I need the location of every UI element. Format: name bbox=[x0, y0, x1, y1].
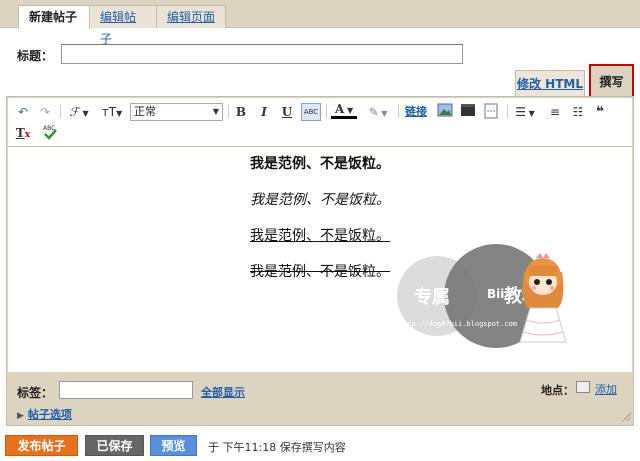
watermark-text: 专属 bbox=[414, 287, 450, 308]
blockquote-icon[interactable]: ❝ bbox=[591, 103, 609, 121]
link-button[interactable]: 链接 bbox=[403, 103, 429, 121]
save-status-text: 于 下午11:18 保存撰写内容 bbox=[208, 441, 346, 454]
font-family-icon[interactable]: ℱ ▼ bbox=[66, 103, 92, 121]
title-label: 标题： bbox=[17, 49, 54, 63]
add-location-link[interactable]: 添加 bbox=[595, 381, 617, 397]
preview-button[interactable]: 预览 bbox=[150, 435, 197, 456]
image-icon[interactable] bbox=[436, 103, 454, 121]
bulleted-list-icon[interactable]: ☷ bbox=[569, 103, 587, 121]
compose-tab-label: 撰写 bbox=[599, 75, 624, 89]
tab-edit-pages[interactable]: 编辑页面 bbox=[156, 5, 226, 28]
toolbar-divider bbox=[398, 104, 399, 118]
bold-button[interactable]: B bbox=[232, 103, 250, 121]
saved-button[interactable]: 已保存 bbox=[85, 435, 144, 456]
toolbar-divider bbox=[60, 104, 61, 118]
title-input[interactable] bbox=[61, 44, 463, 64]
spellcheck-icon[interactable]: ABC bbox=[41, 124, 59, 142]
publish-button[interactable]: 发布帖子 bbox=[5, 435, 78, 456]
content-line-bold: 我是范例、不是饭粒。 bbox=[250, 156, 390, 172]
labels-input[interactable] bbox=[59, 381, 193, 399]
video-icon[interactable] bbox=[459, 103, 477, 121]
tab-edit-posts[interactable]: 编辑帖子 bbox=[89, 5, 157, 46]
labels-label: 标签： bbox=[17, 386, 54, 400]
resize-grip-icon[interactable] bbox=[620, 410, 632, 422]
post-tabs: 新建帖子 编辑帖子 编辑页面 bbox=[0, 0, 640, 46]
align-icon[interactable]: ☰ ▼ bbox=[512, 103, 538, 121]
remove-formatting-icon[interactable]: Tx bbox=[14, 124, 32, 142]
format-select[interactable]: 正常 ▼ bbox=[130, 103, 223, 121]
toolbar-divider bbox=[228, 104, 229, 118]
strikethrough-button[interactable]: ABC bbox=[301, 103, 321, 121]
toolbar-divider bbox=[507, 104, 508, 118]
post-options-link[interactable]: ▶ 帖子选项 bbox=[17, 406, 72, 422]
location-label: 地点： bbox=[541, 384, 574, 397]
font-size-icon[interactable]: ᴛT▼ bbox=[98, 103, 126, 121]
content-line-underline: 我是范例、不是饭粒。 bbox=[250, 228, 390, 244]
redo-icon[interactable]: ↷ bbox=[36, 103, 54, 121]
svg-text:ABC: ABC bbox=[43, 125, 55, 132]
text-color-icon[interactable]: A ▼ bbox=[331, 101, 357, 119]
expand-triangle-icon: ▶ bbox=[17, 411, 24, 421]
watermark-text: Bii bbox=[487, 287, 505, 301]
toolbar-divider bbox=[326, 104, 327, 118]
jump-break-icon[interactable] bbox=[482, 103, 500, 121]
italic-button[interactable]: I bbox=[255, 103, 273, 121]
tab-new-post[interactable]: 新建帖子 bbox=[18, 5, 90, 29]
watermark-url: http://dog87bii.blogspot.com bbox=[399, 320, 518, 328]
undo-icon[interactable]: ↶ bbox=[14, 103, 32, 121]
location-icon[interactable] bbox=[576, 381, 590, 393]
highlight-color-icon[interactable]: ✎ ▼ bbox=[363, 103, 393, 121]
cartoon-girl-icon bbox=[519, 253, 567, 343]
numbered-list-icon[interactable]: ≡ bbox=[546, 103, 564, 121]
edit-html-tab[interactable]: 修改 HTML bbox=[515, 70, 585, 96]
content-line-italic: 我是范例、不是饭粒。 bbox=[250, 192, 390, 208]
underline-button[interactable]: U bbox=[278, 103, 296, 121]
show-all-link[interactable]: 全部显示 bbox=[201, 384, 245, 400]
